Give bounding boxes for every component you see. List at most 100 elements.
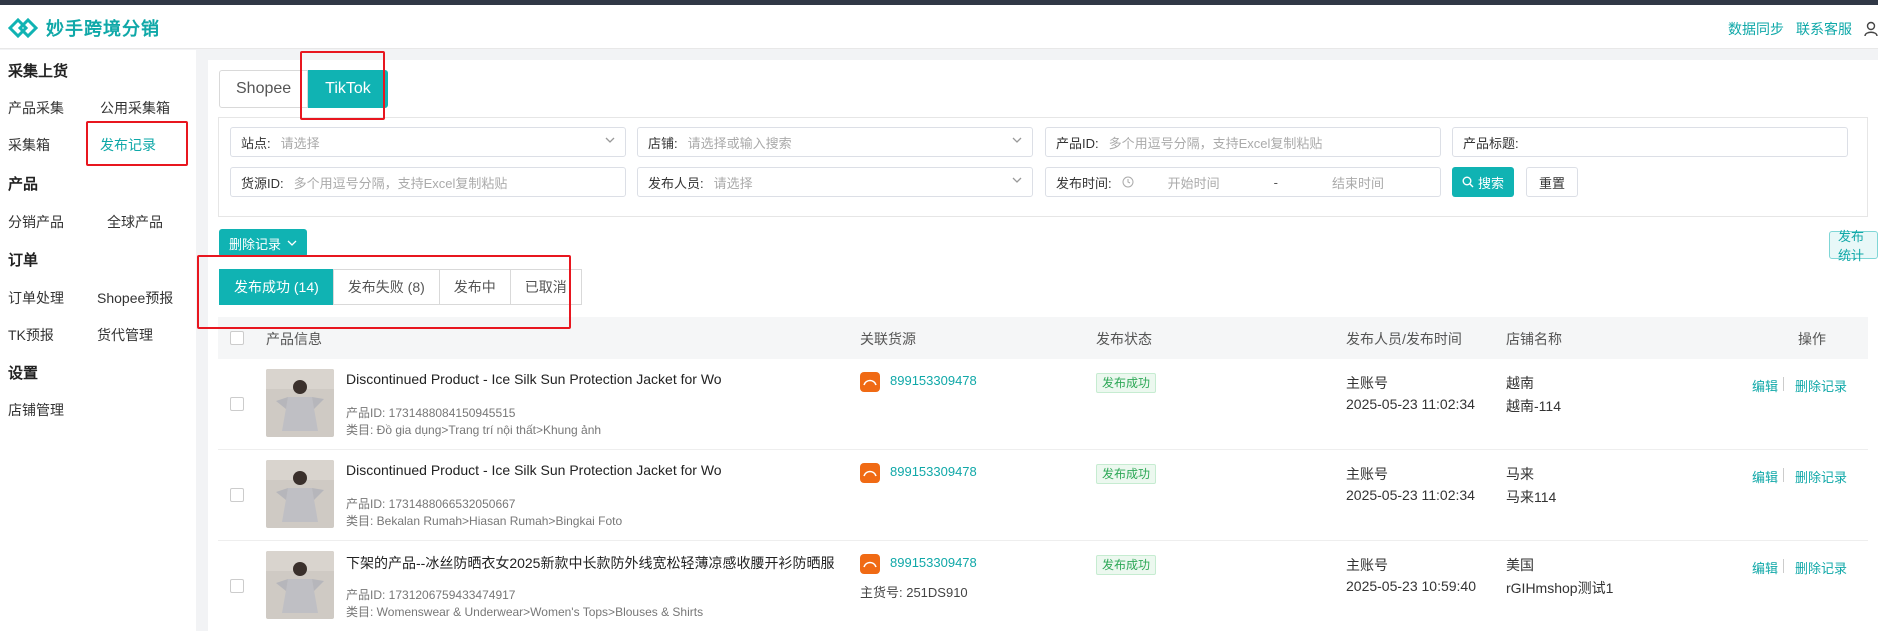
publisher-name: 主账号: [1346, 557, 1388, 573]
source-id-link[interactable]: 899153309478: [890, 373, 977, 388]
row-checkbox[interactable]: [230, 397, 244, 411]
col-source: 关联货源: [860, 331, 916, 347]
site-placeholder: 请选择: [280, 135, 320, 151]
data-sync-link[interactable]: 数据同步: [1728, 19, 1784, 39]
sidebar-item-collect-box[interactable]: 采集箱: [8, 135, 50, 155]
source-sku: 主货号: 251DS910: [860, 585, 968, 600]
chevron-down-icon: [1012, 137, 1022, 143]
product-thumbnail[interactable]: [266, 551, 334, 619]
user-icon[interactable]: [1864, 21, 1878, 37]
clock-icon: [1122, 176, 1134, 188]
store-label: 店铺:: [648, 135, 678, 151]
source-id-label: 货源ID:: [241, 175, 284, 191]
publish-time: 2025-05-23 11:02:34: [1346, 396, 1475, 412]
tab-shopee[interactable]: Shopee: [219, 70, 309, 108]
publisher-label: 发布人员:: [648, 175, 704, 191]
col-publisher-time: 发布人员/发布时间: [1346, 331, 1462, 347]
filter-panel: 站点: 请选择 店铺: 请选择或输入搜索 产品ID: 多个用逗号分隔，支持Exc…: [218, 117, 1868, 217]
action-divider: [1783, 559, 1784, 573]
source-id-link[interactable]: 899153309478: [890, 555, 977, 570]
sidebar-item-store-management[interactable]: 店铺管理: [8, 400, 64, 420]
source-id-input[interactable]: 货源ID: 多个用逗号分隔，支持Excel复制粘贴: [230, 167, 626, 197]
store-placeholder: 请选择或输入搜索: [687, 135, 792, 151]
sidebar-group-orders: 订单: [8, 252, 39, 269]
product-id-input[interactable]: 产品ID: 多个用逗号分隔，支持Excel复制粘贴: [1045, 127, 1441, 157]
highlight-status-tabs: [197, 255, 571, 329]
table-row: Discontinued Product - Ice Silk Sun Prot…: [218, 450, 1868, 541]
sidebar-item-distribution-products[interactable]: 分销产品: [8, 212, 64, 232]
product-id: 产品ID: 1731488084150945515: [346, 406, 516, 420]
sidebar-item-global-products[interactable]: 全球产品: [107, 212, 163, 232]
select-all-checkbox[interactable]: [230, 331, 244, 345]
edit-link[interactable]: 编辑: [1752, 376, 1778, 395]
product-title-label: 产品标题:: [1463, 135, 1519, 151]
product-thumbnail[interactable]: [266, 369, 334, 437]
status-badge: 发布成功: [1096, 555, 1157, 575]
chevron-down-icon: [605, 137, 615, 143]
product-title[interactable]: Discontinued Product - Ice Silk Sun Prot…: [346, 462, 722, 478]
store-region: 马来: [1506, 466, 1534, 482]
delete-record-link[interactable]: 删除记录: [1795, 467, 1847, 486]
product-title-input[interactable]: 产品标题:: [1452, 127, 1848, 157]
product-id-label: 产品ID:: [1056, 135, 1099, 151]
publisher-name: 主账号: [1346, 466, 1388, 482]
source-id-placeholder: 多个用逗号分隔，支持Excel复制粘贴: [293, 175, 508, 191]
col-actions: 操作: [1798, 331, 1826, 347]
search-button[interactable]: 搜索: [1452, 167, 1515, 197]
site-select[interactable]: 站点: 请选择: [230, 127, 626, 157]
delete-record-link[interactable]: 删除记录: [1795, 558, 1847, 577]
app-header: 妙手跨境分销 数据同步 联系客服: [0, 5, 1878, 49]
store-select[interactable]: 店铺: 请选择或输入搜索: [637, 127, 1033, 157]
sidebar-item-order-processing[interactable]: 订单处理: [8, 288, 64, 308]
sidebar-group-collect: 采集上货: [8, 63, 69, 80]
sidebar-item-shopee-forecast[interactable]: Shopee预报: [97, 288, 173, 308]
source-1688-icon: [860, 372, 880, 392]
edit-link[interactable]: 编辑: [1752, 467, 1778, 486]
search-icon: [1462, 176, 1474, 188]
publish-time: 2025-05-23 11:02:34: [1346, 487, 1475, 503]
status-badge: 发布成功: [1096, 464, 1157, 484]
col-store: 店铺名称: [1506, 331, 1562, 347]
source-id-link[interactable]: 899153309478: [890, 464, 977, 479]
sidebar-item-public-collect-box[interactable]: 公用采集箱: [100, 98, 170, 118]
product-id-placeholder: 多个用逗号分隔，支持Excel复制粘贴: [1108, 135, 1323, 151]
col-status: 发布状态: [1096, 331, 1152, 347]
sidebar-group-settings: 设置: [8, 365, 39, 382]
product-id: 产品ID: 1731488066532050667: [346, 497, 516, 511]
publish-time-range[interactable]: 发布时间: 开始时间 - 结束时间: [1045, 167, 1441, 197]
product-category: 类目: Bekalan Rumah>Hiasan Rumah>Bingkai F…: [346, 514, 623, 528]
reset-button[interactable]: 重置: [1526, 167, 1579, 197]
store-name: 越南-114: [1506, 398, 1561, 414]
publisher-select[interactable]: 发布人员: 请选择: [637, 167, 1033, 197]
product-thumbnail[interactable]: [266, 460, 334, 528]
source-1688-icon: [860, 463, 880, 483]
edit-link[interactable]: 编辑: [1752, 558, 1778, 577]
publish-stats-button[interactable]: 发布统计: [1829, 229, 1878, 263]
status-badge: 发布成功: [1096, 373, 1157, 393]
row-checkbox[interactable]: [230, 488, 244, 502]
product-title[interactable]: 下架的产品--冰丝防晒衣女2025新款中长款防外线宽松轻薄凉感收腰开衫防晒服: [346, 553, 834, 573]
row-checkbox[interactable]: [230, 579, 244, 593]
start-time-placeholder[interactable]: 开始时间: [1168, 173, 1220, 192]
sidebar-item-product-collect[interactable]: 产品采集: [8, 98, 64, 118]
chevron-down-icon: [1012, 177, 1022, 183]
time-range-separator: -: [1273, 174, 1278, 190]
product-category: 类目: Đồ gia dụng>Trang trí nội thất>Khung…: [346, 423, 602, 437]
store-name: rGIHmshop测试1: [1506, 580, 1614, 596]
sidebar-item-tk-forecast[interactable]: TK预报: [8, 325, 54, 345]
sidebar-group-product: 产品: [8, 176, 39, 193]
end-time-placeholder[interactable]: 结束时间: [1332, 173, 1384, 192]
contact-support-link[interactable]: 联系客服: [1796, 19, 1852, 39]
publisher-placeholder: 请选择: [713, 175, 753, 191]
app-title: 妙手跨境分销: [46, 19, 160, 39]
action-divider: [1783, 377, 1784, 391]
product-title[interactable]: Discontinued Product - Ice Silk Sun Prot…: [346, 371, 722, 387]
delete-record-link[interactable]: 删除记录: [1795, 376, 1847, 395]
publish-time-label: 发布时间:: [1056, 175, 1112, 191]
sidebar-item-freight-management[interactable]: 货代管理: [97, 325, 153, 345]
table-row: 下架的产品--冰丝防晒衣女2025新款中长款防外线宽松轻薄凉感收腰开衫防晒服 产…: [218, 541, 1868, 631]
store-region: 美国: [1506, 557, 1534, 573]
logo[interactable]: 妙手跨境分销: [8, 15, 160, 41]
store-region: 越南: [1506, 375, 1534, 391]
delete-records-button[interactable]: 删除记录: [219, 229, 308, 257]
